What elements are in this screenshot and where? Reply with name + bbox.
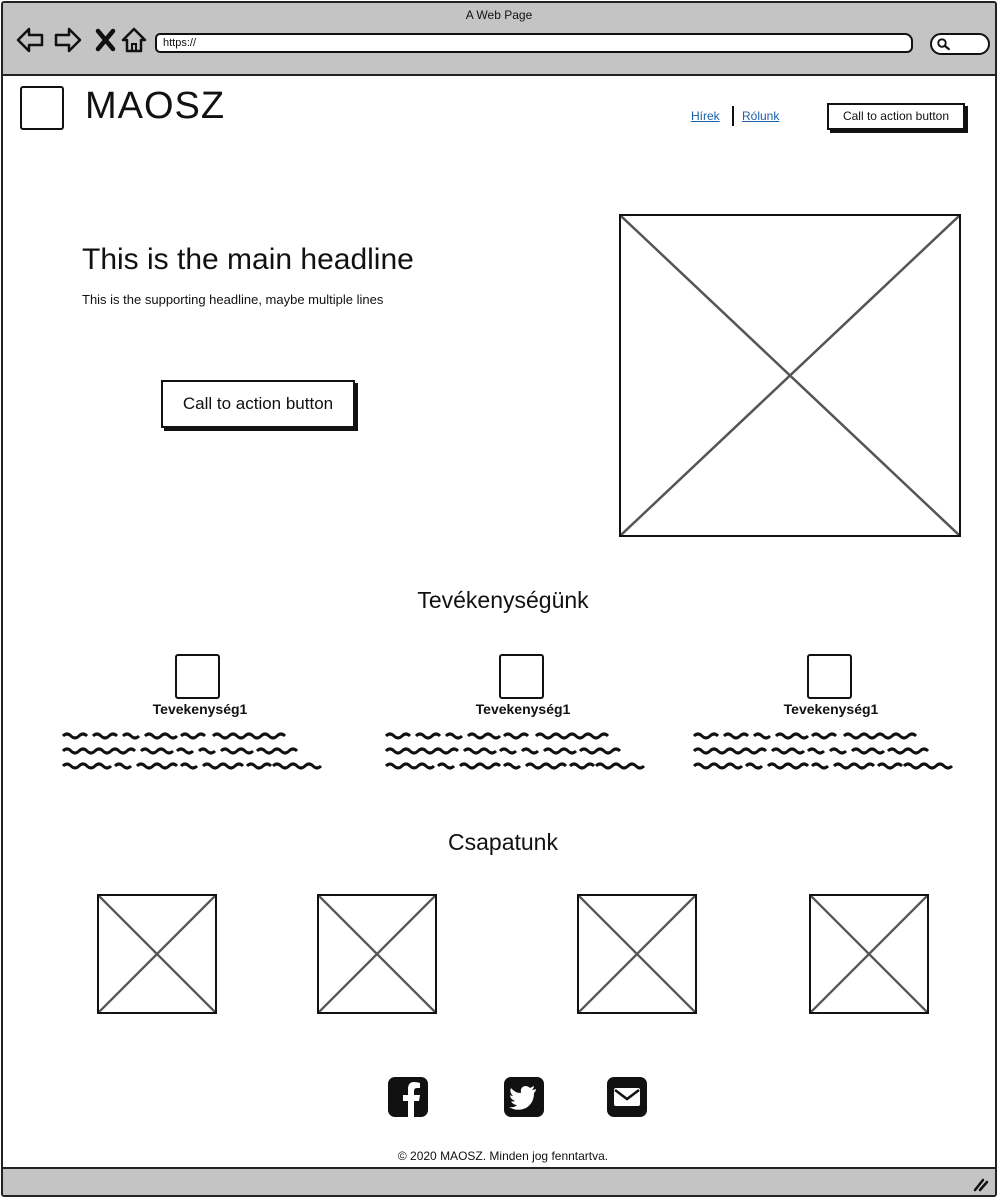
team-member-1-photo xyxy=(97,894,217,1014)
image-placeholder-icon xyxy=(99,896,215,1012)
window-title: A Web Page xyxy=(465,8,533,22)
activity-2-text-placeholder xyxy=(384,732,646,770)
activities-title: Tevékenységünk xyxy=(417,587,589,613)
activity-1-text-placeholder xyxy=(61,732,323,770)
search-icon xyxy=(937,38,950,51)
status-bar xyxy=(3,1167,995,1195)
supporting-headline: This is the supporting headline, maybe m… xyxy=(82,292,384,307)
activity-1-icon xyxy=(175,654,220,699)
resize-grip-icon[interactable] xyxy=(971,1174,989,1192)
image-placeholder-icon xyxy=(319,896,435,1012)
home-icon[interactable] xyxy=(119,25,149,55)
brand-name: MAOSZ xyxy=(85,85,226,127)
activity-3-title: Tevekenység1 xyxy=(783,701,879,717)
email-icon[interactable] xyxy=(606,1076,648,1118)
team-title: Csapatunk xyxy=(448,829,558,855)
activity-2-icon xyxy=(499,654,544,699)
main-headline: This is the main headline xyxy=(82,243,414,276)
browser-search-field[interactable] xyxy=(930,33,990,55)
activity-3-icon xyxy=(807,654,852,699)
back-arrow-icon[interactable] xyxy=(15,25,45,55)
facebook-icon[interactable] xyxy=(387,1076,429,1118)
image-placeholder-icon xyxy=(811,896,927,1012)
browser-window: A Web Page https:// MAOSZ Hírek Rólunk C… xyxy=(1,1,997,1197)
team-member-2-photo xyxy=(317,894,437,1014)
hero-cta-button[interactable]: Call to action button xyxy=(161,380,355,428)
copyright-text: © 2020 MAOSZ. Minden jog fenntartva. xyxy=(397,1149,609,1163)
activity-2-title: Tevekenység1 xyxy=(475,701,571,717)
team-member-4-photo xyxy=(809,894,929,1014)
twitter-icon[interactable] xyxy=(503,1076,545,1118)
close-icon[interactable] xyxy=(91,25,121,55)
nav-link-hirek[interactable]: Hírek xyxy=(691,109,720,123)
team-member-3-photo xyxy=(577,894,697,1014)
browser-toolbar: A Web Page https:// xyxy=(3,3,995,76)
image-placeholder-icon xyxy=(579,896,695,1012)
activity-1-title: Tevekenység1 xyxy=(152,701,248,717)
nav-separator xyxy=(732,106,734,126)
forward-arrow-icon[interactable] xyxy=(53,25,83,55)
image-placeholder-icon xyxy=(621,216,959,535)
hero-image-placeholder xyxy=(619,214,961,537)
activity-3-text-placeholder xyxy=(692,732,954,770)
logo-placeholder[interactable] xyxy=(20,86,64,130)
header-cta-button[interactable]: Call to action button xyxy=(827,103,965,130)
address-bar[interactable]: https:// xyxy=(155,33,913,53)
nav-link-rolunk[interactable]: Rólunk xyxy=(742,109,779,123)
